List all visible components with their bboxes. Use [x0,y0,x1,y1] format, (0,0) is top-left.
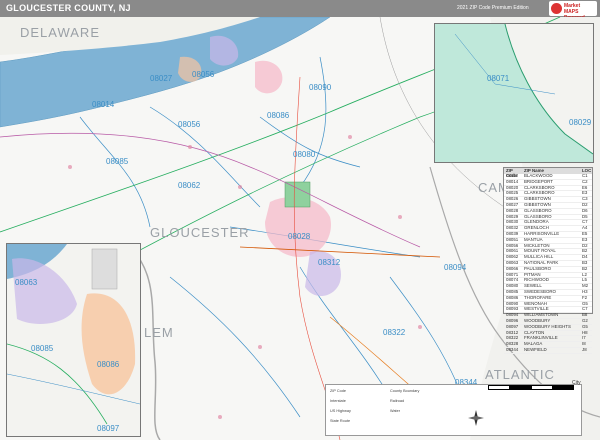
key-item: Interstate [330,399,346,403]
inset-pitman-graphic [435,24,593,162]
key-item: State Route [330,419,351,423]
map-title: GLOUCESTER COUNTY, NJ [6,3,131,13]
zip-label-08071: 08071 [487,74,510,83]
logo-icon [551,3,562,14]
zip-label-08014: 08014 [92,100,115,109]
zip-label-08056: 08056 [192,70,215,79]
zip-label-08085: 08085 [106,157,129,166]
key-item: ZIP Code [330,389,346,393]
map-key: ZIP Code Interstate US Highway State Route C… [325,384,582,436]
key-item: US Highway [330,409,351,413]
publisher-logo[interactable]: Market MAPS Powered [549,1,597,21]
inset-map-swedesboro[interactable]: 08063 08086 08085 08097 [6,243,141,437]
compass-icon [468,410,484,426]
zip-label-08322: 08322 [383,328,406,337]
zip-label-08086: 08086 [267,111,290,120]
label-delaware: DELAWARE [20,25,100,40]
map-frame: GLOUCESTER COUNTY, NJ 2021 ZIP Code Prem… [0,0,600,440]
zip-label-08063: 08063 [15,278,38,287]
legend-row: 08344 NEWFIELD J8 [504,347,592,354]
zip-label-08090: 08090 [309,83,332,92]
key-item: Railroad [390,399,405,403]
zip-label-08097: 08097 [97,424,120,433]
zip-label-08086-inset: 08086 [97,360,120,369]
zip-label-08094: 08094 [444,263,467,272]
key-item: County Boundary [390,389,420,393]
label-gloucester: GLOUCESTER [150,225,250,240]
legend-body: 08012 BLACKWOOD C1 08014 BRIDGEPORT C2 08020 CL… [504,173,592,354]
zip-label-08027: 08027 [150,74,173,83]
city-key-label: City [572,380,581,386]
edition-label: 2021 ZIP Code Premium Edition [457,5,529,11]
label-salem: LEM [144,325,174,340]
zip-label-08312: 08312 [318,258,341,267]
zip-legend-table: ZIP Code ZIP Name LOC 08012 BLACKWOOD C1 08… [503,167,593,354]
zip-label-08029: 08029 [569,118,592,127]
zip-label-08085-inset: 08085 [31,344,54,353]
label-atlantic: ATLANTIC [485,367,555,382]
map-header: GLOUCESTER COUNTY, NJ 2021 ZIP Code Prem… [0,0,600,21]
park-area [284,181,311,208]
inset-map-pitman[interactable]: 08071 08029 [434,23,594,163]
zip-label-08028: 08028 [288,232,311,241]
zip-label-08056-b: 08056 [178,120,201,129]
key-item: Water [390,409,400,413]
zip-label-08062: 08062 [178,181,201,190]
scale-bar [488,385,574,390]
inset-swedesboro-graphic [7,244,140,436]
zip-label-08080: 08080 [293,150,316,159]
